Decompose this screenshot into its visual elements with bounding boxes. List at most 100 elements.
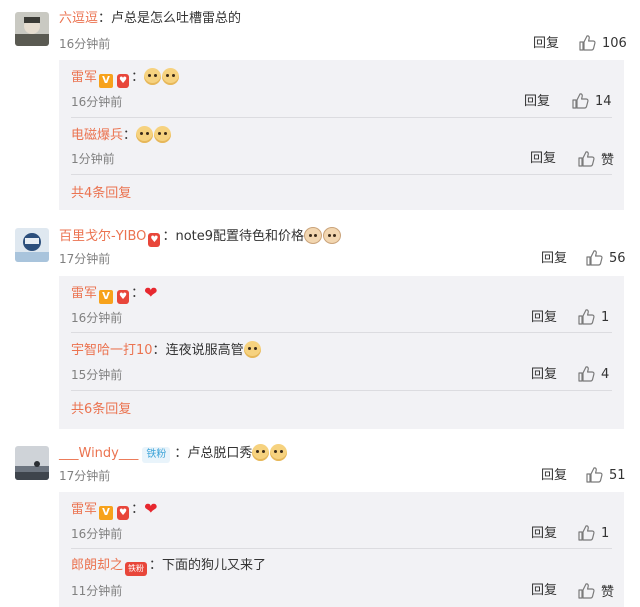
like-button[interactable]: 14 xyxy=(571,92,612,110)
divider xyxy=(71,117,612,118)
comment-line: ___Windy___ 铁粉 ：卢总脱口秀 xyxy=(59,444,288,463)
like-count: 1 xyxy=(601,525,610,541)
username[interactable]: 六逗逗 xyxy=(59,11,98,26)
doge-emoji xyxy=(243,341,261,358)
separator: ： xyxy=(149,558,163,573)
avatar[interactable] xyxy=(15,446,49,480)
fan-badge-icon: ♥ xyxy=(148,233,161,247)
thumbs-up-icon xyxy=(577,582,595,600)
thumbs-up-icon xyxy=(577,150,595,168)
comment-text: 卢总脱口秀 xyxy=(187,446,253,461)
username[interactable]: 雷军 xyxy=(71,286,97,301)
cat-emoji xyxy=(304,227,323,244)
like-count: 56 xyxy=(609,250,626,266)
doge-emoji xyxy=(270,444,288,461)
separator: ： xyxy=(123,128,137,143)
timestamp: 17分钟前 xyxy=(59,252,111,266)
comment-text: 下面的狗儿又来了 xyxy=(162,558,267,573)
doge-emoji xyxy=(162,68,180,85)
verified-v-icon: V xyxy=(99,506,114,520)
doge-emoji xyxy=(136,126,154,143)
username[interactable]: 电磁爆兵 xyxy=(71,128,123,143)
username[interactable]: 郎朗却之 xyxy=(71,558,123,573)
username[interactable]: 宇智哈一打10 xyxy=(71,343,153,358)
like-count: 4 xyxy=(601,366,610,382)
fan-badge-icon: ♥ xyxy=(117,506,130,520)
doge-emoji xyxy=(144,68,162,85)
separator: ： xyxy=(174,446,188,461)
thumbs-up-icon xyxy=(577,308,595,326)
fan-badge-icon: 铁粉 xyxy=(125,562,148,576)
reply-list: 雷军 V ♥ ：❤ 16分钟前 回复 1 郎朗却之 铁粉 ：下面的狗儿又来了 11分钟前 … xyxy=(59,492,624,607)
like-button[interactable]: 51 xyxy=(585,466,626,484)
timestamp: 16分钟前 xyxy=(71,311,123,325)
separator: ： xyxy=(131,286,145,301)
separator: ： xyxy=(131,70,145,85)
reply-button[interactable]: 回复 xyxy=(541,468,567,484)
thumbs-up-icon xyxy=(585,249,603,267)
divider xyxy=(71,390,612,391)
like-count: 14 xyxy=(595,93,612,109)
username[interactable]: ___Windy___ xyxy=(59,446,138,461)
avatar[interactable] xyxy=(15,12,49,46)
like-button[interactable]: 56 xyxy=(585,249,626,267)
comment-text: note9配置待色和价格 xyxy=(175,229,305,244)
reply-button[interactable]: 回复 xyxy=(533,36,559,52)
reply-line: 电磁爆兵： xyxy=(71,126,172,145)
doge-emoji xyxy=(154,126,172,143)
reply-button[interactable]: 回复 xyxy=(531,583,557,599)
reply-line: 郎朗却之 铁粉 ：下面的狗儿又来了 xyxy=(71,557,266,576)
reply-button[interactable]: 回复 xyxy=(531,526,557,542)
reply-line: 雷军 V ♥ ：❤ xyxy=(71,500,158,520)
like-button[interactable]: 106 xyxy=(578,34,627,52)
username[interactable]: 百里戈尔-YIBO xyxy=(59,229,146,244)
reply-button[interactable]: 回复 xyxy=(531,310,557,326)
like-count: 106 xyxy=(602,35,627,51)
timestamp: 16分钟前 xyxy=(71,527,123,541)
timestamp: 16分钟前 xyxy=(59,37,111,51)
comment-text: 卢总是怎么吐槽雷总的 xyxy=(111,11,242,26)
comment-line: 六逗逗：卢总是怎么吐槽雷总的 xyxy=(59,10,241,28)
username[interactable]: 雷军 xyxy=(71,502,97,517)
like-count: 1 xyxy=(601,309,610,325)
verified-v-icon: V xyxy=(99,74,114,88)
like-count: 51 xyxy=(609,467,626,483)
like-button[interactable]: 赞 xyxy=(577,581,614,600)
thumbs-up-icon xyxy=(577,365,595,383)
like-button[interactable]: 4 xyxy=(577,365,609,383)
reply-line: 雷军 V ♥： xyxy=(71,68,180,88)
reply-list: 雷军 V ♥： 16分钟前 回复 14 电磁爆兵： 1分钟前 回复 赞 共4条回复 xyxy=(59,60,624,210)
comment-text: 连夜说服高管 xyxy=(165,343,244,358)
more-replies-link[interactable]: 共4条回复 xyxy=(71,186,131,202)
separator: ： xyxy=(162,229,176,244)
fan-badge-icon: ♥ xyxy=(117,290,130,304)
like-count: 赞 xyxy=(601,153,615,168)
thumbs-up-icon xyxy=(578,34,596,52)
reply-button[interactable]: 回复 xyxy=(530,151,556,167)
fan-level-badge: 铁粉 xyxy=(142,447,171,463)
thumbs-up-icon xyxy=(571,92,589,110)
reply-line: 雷军 V ♥ ：❤ xyxy=(71,284,158,304)
timestamp: 1分钟前 xyxy=(71,152,115,166)
reply-line: 宇智哈一打10：连夜说服高管 xyxy=(71,341,262,360)
thumbs-up-icon xyxy=(577,524,595,542)
like-button[interactable]: 1 xyxy=(577,308,609,326)
more-replies-link[interactable]: 共6条回复 xyxy=(71,402,131,418)
avatar[interactable] xyxy=(15,228,49,262)
separator: ： xyxy=(131,502,145,517)
heart-emoji: ❤ xyxy=(144,283,158,302)
like-count: 赞 xyxy=(601,585,615,600)
reply-button[interactable]: 回复 xyxy=(524,94,550,110)
like-button[interactable]: 赞 xyxy=(577,149,614,168)
fan-badge-icon: ♥ xyxy=(117,74,130,88)
timestamp: 16分钟前 xyxy=(71,95,123,109)
username[interactable]: 雷军 xyxy=(71,70,97,85)
reply-button[interactable]: 回复 xyxy=(531,367,557,383)
reply-button[interactable]: 回复 xyxy=(541,251,567,267)
separator: ： xyxy=(152,343,166,358)
like-button[interactable]: 1 xyxy=(577,524,609,542)
cat-emoji xyxy=(323,227,342,244)
divider xyxy=(71,332,612,333)
divider xyxy=(71,174,612,175)
timestamp: 11分钟前 xyxy=(71,584,123,598)
